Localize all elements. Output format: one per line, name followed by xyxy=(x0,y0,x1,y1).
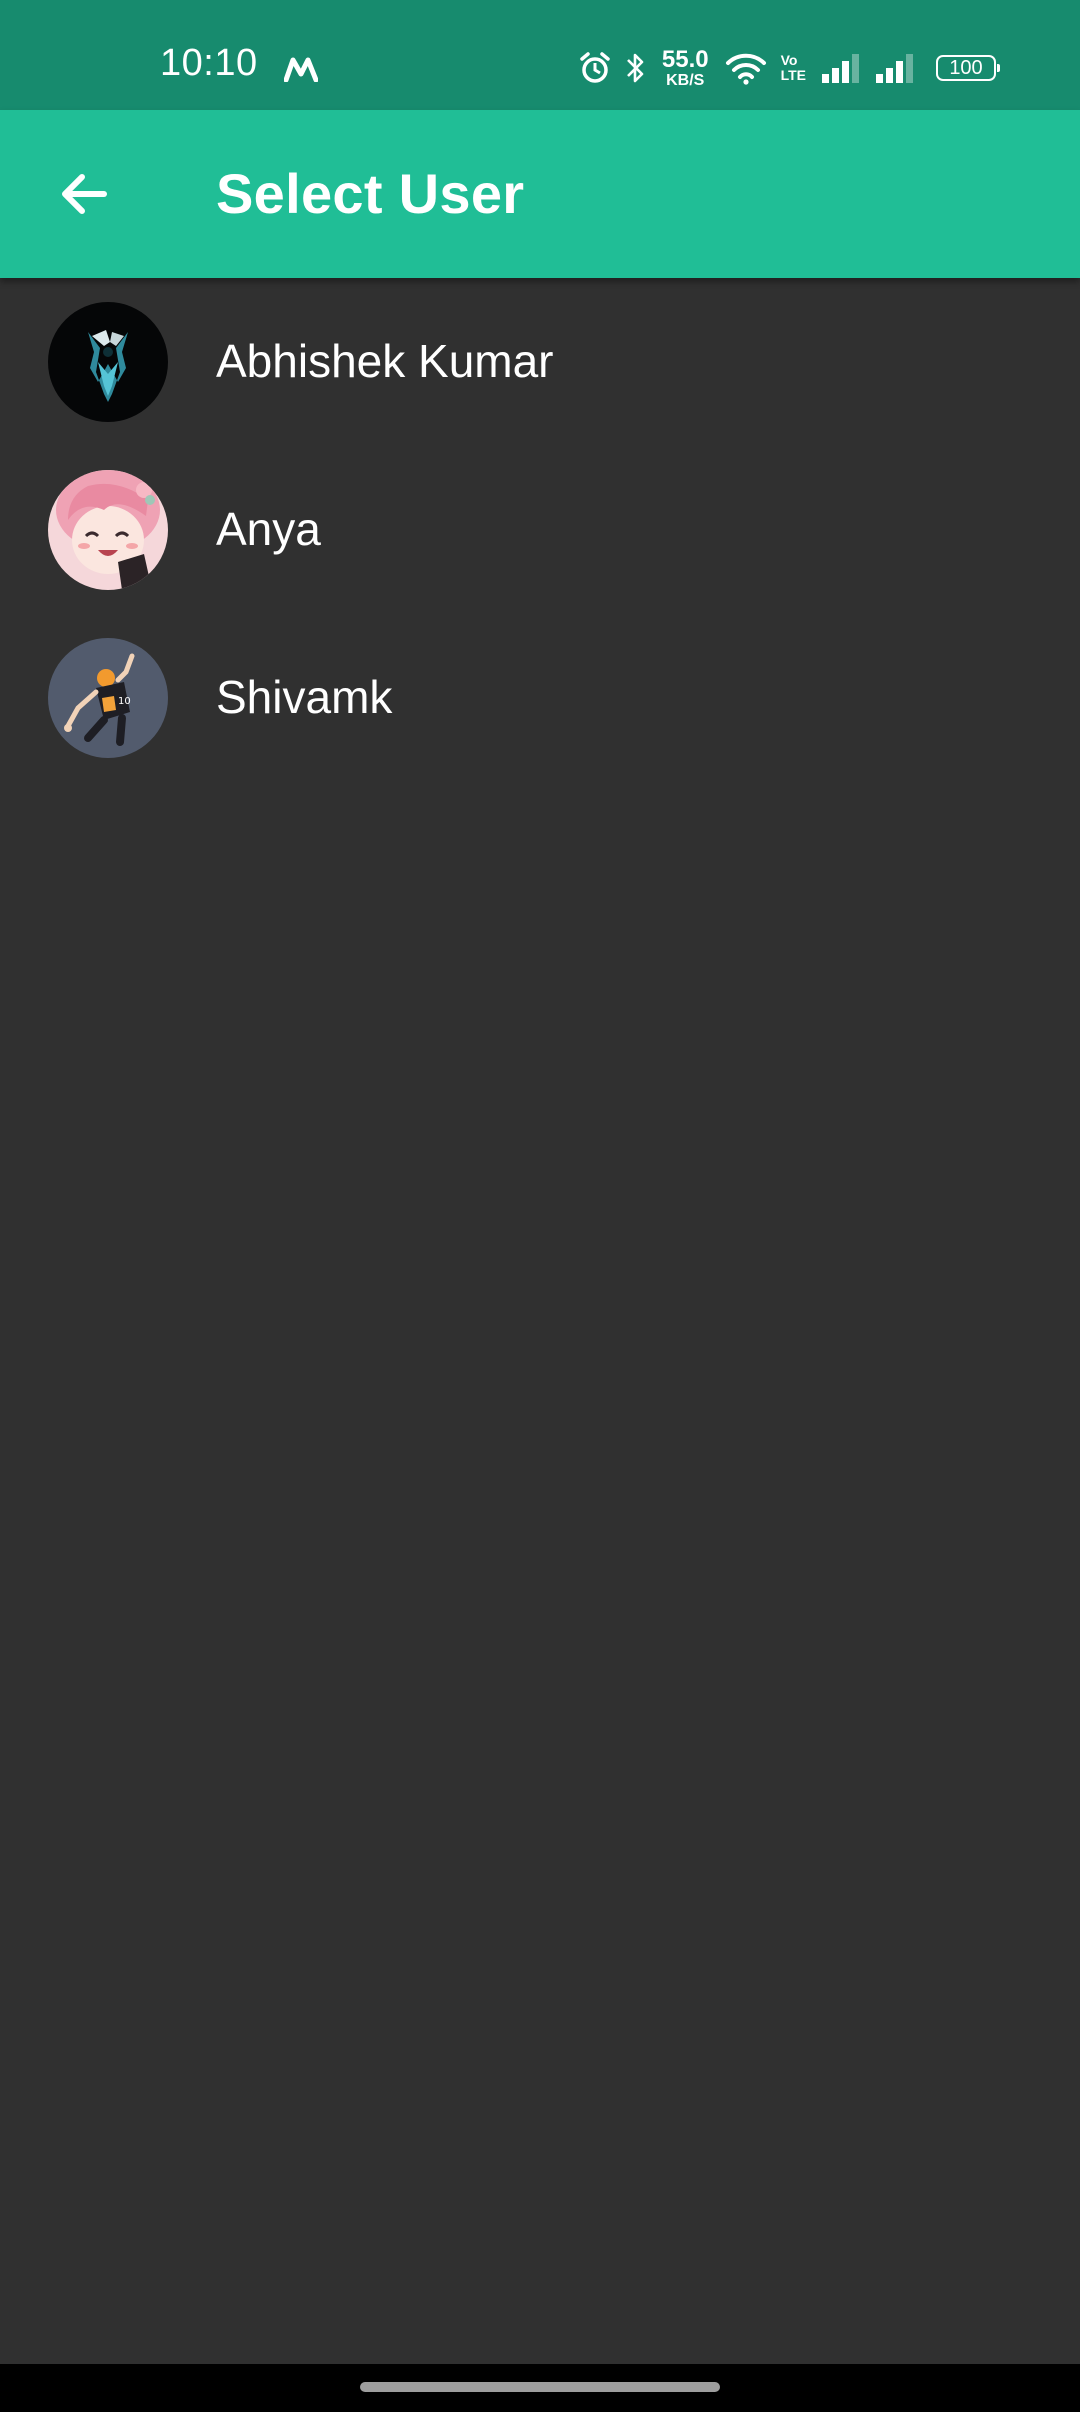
alarm-icon xyxy=(580,52,610,83)
signal-strength-2-icon xyxy=(876,54,913,83)
wifi-icon xyxy=(725,53,766,85)
network-speed-value: 55.0 xyxy=(661,45,709,73)
status-bar: 10:10 55.0 KB/S Vo LTE 100 xyxy=(0,0,1080,110)
avatar xyxy=(48,302,168,422)
volleyball-player-avatar-icon: 10 xyxy=(48,638,168,758)
user-name: Anya xyxy=(216,503,321,556)
user-item-abhishek-kumar[interactable]: Abhishek Kumar xyxy=(0,278,1080,446)
volte-line1: Vo xyxy=(780,52,798,69)
home-indicator[interactable] xyxy=(360,2382,720,2392)
status-icons: 55.0 KB/S Vo LTE 100 xyxy=(578,45,1000,89)
network-speed-unit: KB/S xyxy=(666,71,705,89)
skyrim-emblem-avatar-icon xyxy=(48,302,168,422)
user-list: Abhishek Kumar Anya 10 Shivamk xyxy=(0,278,1080,782)
volte-line2: LTE xyxy=(780,67,806,83)
user-name: Abhishek Kumar xyxy=(216,335,554,388)
app-bar: Select User xyxy=(0,110,1080,278)
user-item-shivamk[interactable]: 10 Shivamk xyxy=(0,614,1080,782)
avatar xyxy=(48,470,168,590)
volte-indicator: Vo LTE xyxy=(781,53,806,82)
battery-indicator: 100 xyxy=(936,55,1000,81)
arrow-back-icon xyxy=(62,174,107,214)
bluetooth-icon xyxy=(626,53,644,83)
select-user-screen: 10:10 55.0 KB/S Vo LTE 100 Select User A… xyxy=(0,0,1080,2412)
svg-text:10: 10 xyxy=(118,696,131,707)
back-button[interactable] xyxy=(44,154,124,234)
status-time: 10:10 xyxy=(160,42,258,84)
network-speed: 55.0 KB/S xyxy=(661,45,709,89)
avatar: 10 xyxy=(48,638,168,758)
page-title: Select User xyxy=(216,162,525,225)
navigation-bar xyxy=(0,2364,1080,2412)
signal-strength-1-icon xyxy=(822,54,859,83)
pink-hair-anime-girl-avatar-icon xyxy=(48,470,168,590)
user-name: Shivamk xyxy=(216,671,393,724)
user-item-anya[interactable]: Anya xyxy=(0,446,1080,614)
app-notification-icon xyxy=(284,57,318,82)
